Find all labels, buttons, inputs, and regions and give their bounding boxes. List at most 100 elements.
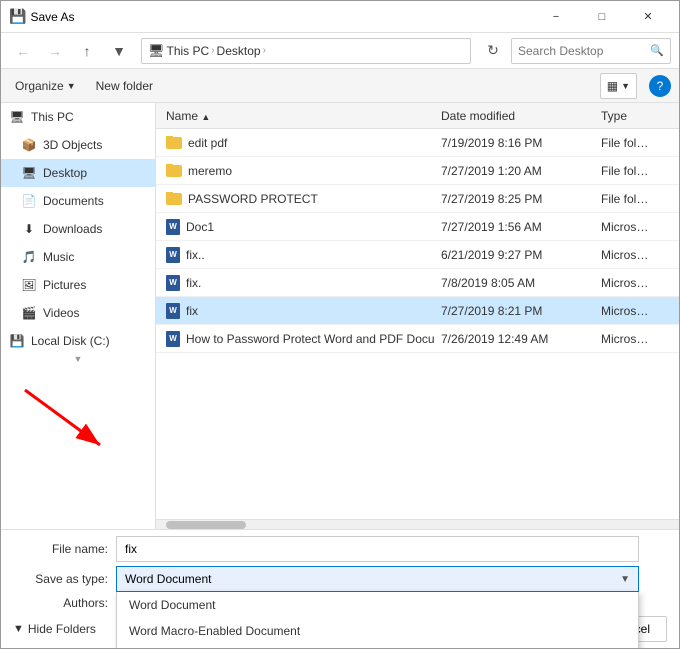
saveas-dropdown: Word Document Word Macro-Enabled Documen… bbox=[116, 592, 639, 648]
saveas-type-value: Word Document bbox=[125, 572, 211, 586]
scroll-down-icon: ▼ bbox=[74, 354, 83, 364]
table-row[interactable]: edit pdf 7/19/2019 8:16 PM File fol… bbox=[156, 129, 679, 157]
sidebar-label-videos: Videos bbox=[43, 306, 79, 320]
sidebar-item-desktop[interactable]: 🖥 Desktop bbox=[1, 159, 155, 187]
title-bar-icon: 💾 bbox=[9, 8, 26, 25]
this-pc-icon: 🖥 bbox=[9, 109, 25, 125]
word-icon: W bbox=[166, 247, 180, 263]
search-bar[interactable]: 🔍 bbox=[511, 38, 671, 64]
horizontal-scrollbar[interactable] bbox=[156, 519, 679, 529]
help-button[interactable]: ? bbox=[649, 75, 671, 97]
second-toolbar: Organize ▼ New folder ▦ ▼ ? bbox=[1, 69, 679, 103]
breadcrumb-sep2: › bbox=[263, 45, 266, 56]
file-type: Micros… bbox=[595, 248, 675, 262]
sidebar-item-pictures[interactable]: 🖼 Pictures bbox=[1, 271, 155, 299]
file-name-cell: W Doc1 bbox=[160, 219, 435, 235]
file-name: fix bbox=[186, 304, 198, 318]
col-header-name[interactable]: Name ▲ bbox=[160, 109, 435, 123]
sidebar-label-3d-objects: 3D Objects bbox=[43, 138, 102, 152]
refresh-icon: ↻ bbox=[487, 42, 499, 59]
close-button[interactable]: ✕ bbox=[625, 1, 671, 33]
sidebar-item-downloads[interactable]: ⬇ Downloads bbox=[1, 215, 155, 243]
breadcrumb: 🖥 This PC › Desktop › bbox=[148, 43, 266, 59]
file-name-cell: meremo bbox=[160, 164, 435, 178]
folder-icon bbox=[166, 193, 182, 205]
refresh-button[interactable]: ↻ bbox=[479, 37, 507, 65]
filename-label: File name: bbox=[13, 542, 108, 556]
file-type: Micros… bbox=[595, 220, 675, 234]
sidebar-scroll-down[interactable]: ▼ bbox=[1, 355, 155, 363]
sidebar-label-desktop: Desktop bbox=[43, 166, 87, 180]
sidebar-label-downloads: Downloads bbox=[43, 222, 102, 236]
file-type: Micros… bbox=[595, 304, 675, 318]
table-row[interactable]: W fix.. 6/21/2019 9:27 PM Micros… bbox=[156, 241, 679, 269]
new-folder-button[interactable]: New folder bbox=[90, 73, 159, 99]
table-row[interactable]: W fix 7/27/2019 8:21 PM Micros… bbox=[156, 297, 679, 325]
file-date: 7/27/2019 8:21 PM bbox=[435, 304, 595, 318]
recent-locations-button[interactable]: ▼ bbox=[105, 37, 133, 65]
address-bar[interactable]: 🖥 This PC › Desktop › bbox=[141, 38, 471, 64]
table-row[interactable]: meremo 7/27/2019 1:20 AM File fol… bbox=[156, 157, 679, 185]
sidebar-label-pictures: Pictures bbox=[43, 278, 86, 292]
up-icon: ↑ bbox=[84, 43, 91, 59]
title-bar: 💾 Save As − □ ✕ bbox=[1, 1, 679, 33]
music-icon: 🎵 bbox=[21, 249, 37, 265]
sidebar-item-music[interactable]: 🎵 Music bbox=[1, 243, 155, 271]
dropdown-item-word-macro[interactable]: Word Macro-Enabled Document bbox=[117, 618, 638, 644]
file-name: fix.. bbox=[186, 248, 205, 262]
breadcrumb-desktop: Desktop bbox=[217, 44, 261, 58]
file-name-cell: W fix.. bbox=[160, 247, 435, 263]
filename-input[interactable] bbox=[116, 536, 639, 562]
sidebar-item-this-pc[interactable]: 🖥 This PC bbox=[1, 103, 155, 131]
view-button[interactable]: ▦ ▼ bbox=[600, 73, 637, 99]
table-row[interactable]: W Doc1 7/27/2019 1:56 AM Micros… bbox=[156, 213, 679, 241]
bottom-form: File name: Save as type: Word Document ▼… bbox=[1, 529, 679, 648]
desktop-icon: 🖥 bbox=[21, 165, 37, 181]
minimize-button[interactable]: − bbox=[533, 1, 579, 33]
sidebar-label-this-pc: This PC bbox=[31, 110, 74, 124]
saveas-row: Save as type: Word Document ▼ Word Docum… bbox=[13, 566, 667, 592]
file-list: Name ▲ Date modified Type edit pdf 7/19/… bbox=[156, 103, 679, 519]
search-input[interactable] bbox=[518, 44, 646, 58]
forward-button[interactable]: → bbox=[41, 37, 69, 65]
table-row[interactable]: PASSWORD PROTECT 7/27/2019 8:25 PM File … bbox=[156, 185, 679, 213]
file-date: 7/27/2019 1:56 AM bbox=[435, 220, 595, 234]
back-button[interactable]: ← bbox=[9, 37, 37, 65]
sidebar-item-3d-objects[interactable]: 📦 3D Objects bbox=[1, 131, 155, 159]
file-list-container: Name ▲ Date modified Type edit pdf 7/19/… bbox=[156, 103, 679, 529]
file-name-cell: PASSWORD PROTECT bbox=[160, 192, 435, 206]
saveas-type-select[interactable]: Word Document ▼ bbox=[116, 566, 639, 592]
word-icon: W bbox=[166, 303, 180, 319]
dropdown-item-word-97-2003[interactable]: Word 97-2003 Document bbox=[117, 644, 638, 648]
scrollbar-thumb[interactable] bbox=[166, 521, 246, 529]
file-name: How to Password Protect Word and PDF Doc… bbox=[186, 332, 435, 346]
file-date: 7/19/2019 8:16 PM bbox=[435, 136, 595, 150]
file-name-cell: edit pdf bbox=[160, 136, 435, 150]
sidebar-item-videos[interactable]: 🎬 Videos bbox=[1, 299, 155, 327]
maximize-button[interactable]: □ bbox=[579, 1, 625, 33]
up-button[interactable]: ↑ bbox=[73, 37, 101, 65]
file-date: 7/27/2019 1:20 AM bbox=[435, 164, 595, 178]
title-bar-controls: − □ ✕ bbox=[533, 1, 671, 33]
file-date: 7/26/2019 12:49 AM bbox=[435, 332, 595, 346]
file-list-header: Name ▲ Date modified Type bbox=[156, 103, 679, 129]
sidebar-item-local-disk[interactable]: 💾 Local Disk (C:) bbox=[1, 327, 155, 355]
hide-folders-button[interactable]: ▼ Hide Folders bbox=[13, 622, 96, 636]
file-type: Micros… bbox=[595, 276, 675, 290]
breadcrumb-folder-icon: 🖥 bbox=[148, 43, 165, 59]
breadcrumb-thispc: This PC bbox=[167, 44, 210, 58]
organize-button[interactable]: Organize ▼ bbox=[9, 73, 82, 99]
dropdown-item-word-doc[interactable]: Word Document bbox=[117, 592, 638, 618]
sidebar-label-local-disk: Local Disk (C:) bbox=[31, 334, 110, 348]
col-header-date[interactable]: Date modified bbox=[435, 109, 595, 123]
sidebar-label-documents: Documents bbox=[43, 194, 104, 208]
filename-row: File name: bbox=[13, 536, 667, 562]
hide-folders-arrow-icon: ▼ bbox=[13, 623, 24, 635]
file-name: Doc1 bbox=[186, 220, 214, 234]
table-row[interactable]: W How to Password Protect Word and PDF D… bbox=[156, 325, 679, 353]
sidebar-item-documents[interactable]: 📄 Documents bbox=[1, 187, 155, 215]
title-bar-text: Save As bbox=[30, 10, 533, 24]
file-name-cell: W fix. bbox=[160, 275, 435, 291]
table-row[interactable]: W fix. 7/8/2019 8:05 AM Micros… bbox=[156, 269, 679, 297]
col-header-type[interactable]: Type bbox=[595, 109, 675, 123]
